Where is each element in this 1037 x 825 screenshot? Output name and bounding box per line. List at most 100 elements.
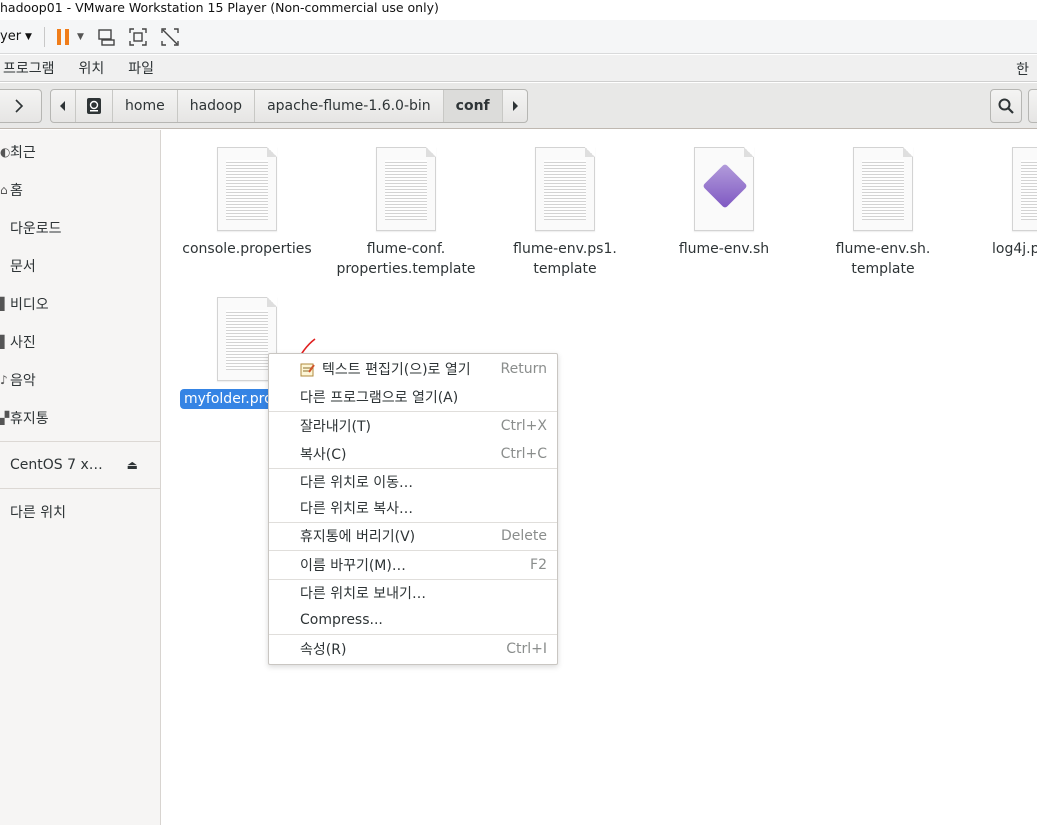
video-icon: ▌ [0, 297, 10, 311]
player-menu-label: yer [0, 29, 22, 44]
text-file-icon [376, 147, 436, 231]
text-file-icon [1012, 147, 1037, 231]
sidebar-item-documents[interactable]: 문서 [0, 251, 160, 281]
menu-item-accel: Delete [501, 528, 547, 544]
sidebar-item-label: 홈 [10, 183, 23, 199]
sidebar-item-recent[interactable]: ◐ 최근 [0, 137, 160, 167]
music-icon: ♪ [0, 373, 8, 387]
menu-item-copy[interactable]: 복사(C) Ctrl+C [269, 441, 557, 467]
breadcrumb-scroll-left[interactable] [51, 90, 76, 122]
home-icon: ⌂ [0, 183, 8, 197]
drive-icon [87, 98, 101, 114]
menu-item-open-with[interactable]: 다른 프로그램으로 열기(A) [269, 384, 557, 410]
sidebar-item-centos-device[interactable]: CentOS 7 x… ⏏ [0, 450, 160, 480]
forward-button[interactable] [0, 89, 42, 123]
fullscreen-icon[interactable] [128, 27, 148, 47]
view-options-button[interactable] [1028, 89, 1037, 123]
text-editor-icon [300, 363, 315, 377]
menu-item-copy-to[interactable]: 다른 위치로 복사… [269, 495, 557, 521]
pause-icon[interactable] [56, 28, 69, 45]
menu-item-move-to[interactable]: 다른 위치로 이동… [269, 469, 557, 495]
menu-item-label: 이름 바꾸기(M)… [300, 558, 406, 574]
menu-divider [269, 550, 557, 551]
menu-item-move-to-trash[interactable]: 휴지통에 버리기(V) Delete [269, 523, 557, 549]
menu-item-accel: F2 [530, 557, 547, 573]
menu-item-accel: Ctrl+I [506, 641, 547, 657]
sidebar-item-downloads[interactable]: 다운로드 [0, 213, 160, 243]
file-item[interactable]: flume-conf. properties.template [331, 147, 481, 279]
chevron-down-icon: ▼ [25, 31, 32, 42]
input-method-indicator[interactable]: 한 [1016, 59, 1029, 79]
sidebar-item-pictures[interactable]: ▌ 사진 [0, 327, 160, 357]
breadcrumb-home[interactable]: home [113, 90, 178, 122]
file-item[interactable]: flume-env.sh [649, 147, 799, 259]
menu-item-rename[interactable]: 이름 바꾸기(M)… F2 [269, 552, 557, 578]
sidebar-item-label: 비디오 [10, 297, 49, 313]
triangle-right-icon [512, 101, 518, 111]
sidebar-item-label: 다운로드 [10, 221, 62, 237]
menu-item-label: 다른 위치로 보내기… [300, 586, 426, 602]
menu-item-label: 텍스트 편집기(으)로 열기 [322, 362, 471, 378]
breadcrumb-root[interactable] [76, 90, 113, 122]
triangle-left-icon [60, 101, 65, 111]
breadcrumb-scroll-right[interactable] [503, 90, 527, 122]
sidebar-item-label: 음악 [10, 373, 36, 389]
file-name-line2: template [851, 261, 915, 277]
file-name-line1: console.properties [182, 241, 312, 257]
picture-icon: ▌ [0, 335, 10, 349]
window-title: hadoop01 - VMware Workstation 15 Player … [0, 0, 1037, 20]
menu-item-label: 다른 위치로 복사… [300, 501, 414, 517]
vmware-toolbar: yer ▼ ▼ [0, 20, 1037, 54]
menu-item-accel: Ctrl+C [500, 446, 547, 462]
sidebar-item-label: 사진 [10, 335, 36, 351]
sidebar: ◐ 최근 ⌂ 홈 다운로드 문서 ▌ 비디오 ▌ 사진 ♪ 음악 ▞ 휴지통 C… [0, 130, 161, 825]
header-bar: home hadoop apache-flume-1.6.0-bin conf [0, 83, 1037, 129]
player-menu-button[interactable]: yer ▼ [0, 29, 32, 44]
unity-icon[interactable] [160, 27, 180, 47]
menu-divider [269, 634, 557, 635]
menu-item-label: 복사(C) [300, 447, 347, 463]
menu-item-open-text-editor[interactable]: 텍스트 편집기(으)로 열기 Return [269, 356, 557, 382]
breadcrumb: home hadoop apache-flume-1.6.0-bin conf [50, 89, 528, 123]
eject-icon[interactable]: ⏏ [127, 458, 138, 472]
chevron-right-icon [15, 99, 24, 113]
menu-item-accel: Return [500, 361, 547, 377]
file-item[interactable]: console.properties [172, 147, 322, 259]
pause-dropdown-icon[interactable]: ▼ [77, 32, 84, 42]
menu-places[interactable]: 위치 [79, 58, 105, 78]
menu-item-properties[interactable]: 속성(R) Ctrl+I [269, 636, 557, 662]
menu-item-send-to[interactable]: 다른 위치로 보내기… [269, 580, 557, 606]
menu-file[interactable]: 파일 [128, 58, 154, 78]
menu-item-label: 다른 위치로 이동… [300, 475, 414, 491]
menu-item-cut[interactable]: 잘라내기(T) Ctrl+X [269, 413, 557, 439]
text-file-icon [535, 147, 595, 231]
sidebar-item-label: 최근 [10, 145, 36, 161]
file-name-line1: flume-env.ps1. [513, 241, 617, 257]
context-menu: 텍스트 편집기(으)로 열기 Return 다른 프로그램으로 열기(A) 잘라… [268, 353, 558, 665]
sidebar-item-music[interactable]: ♪ 음악 [0, 365, 160, 395]
file-name-line1: flume-env.sh. [835, 241, 931, 257]
menu-item-accel: Ctrl+X [500, 418, 547, 434]
search-icon [998, 98, 1014, 114]
file-item[interactable]: flume-env.ps1. template [490, 147, 640, 279]
menu-programs[interactable]: 프로그램 [3, 58, 55, 78]
menu-item-compress[interactable]: Compress... [269, 607, 557, 633]
breadcrumb-flume[interactable]: apache-flume-1.6.0-bin [255, 90, 444, 122]
file-name-line1: flume-env.sh [678, 241, 770, 257]
sidebar-item-trash[interactable]: ▞ 휴지통 [0, 403, 160, 433]
sidebar-divider [0, 488, 160, 489]
file-name-line1: myfolder.pro [180, 389, 277, 409]
sidebar-item-home[interactable]: ⌂ 홈 [0, 175, 160, 205]
menu-divider [269, 411, 557, 412]
toolbar-divider [43, 26, 45, 47]
search-button[interactable] [990, 89, 1022, 123]
sidebar-item-other-locations[interactable]: 다른 위치 [0, 497, 160, 527]
sidebar-item-videos[interactable]: ▌ 비디오 [0, 289, 160, 319]
menu-item-label: 속성(R) [300, 642, 347, 658]
file-item[interactable]: log4j.p [967, 147, 1037, 259]
file-item[interactable]: flume-env.sh. template [808, 147, 958, 279]
breadcrumb-conf[interactable]: conf [443, 90, 503, 122]
breadcrumb-hadoop[interactable]: hadoop [178, 90, 256, 122]
send-ctrl-alt-del-icon[interactable] [96, 27, 116, 47]
sidebar-item-label: 다른 위치 [10, 505, 66, 521]
